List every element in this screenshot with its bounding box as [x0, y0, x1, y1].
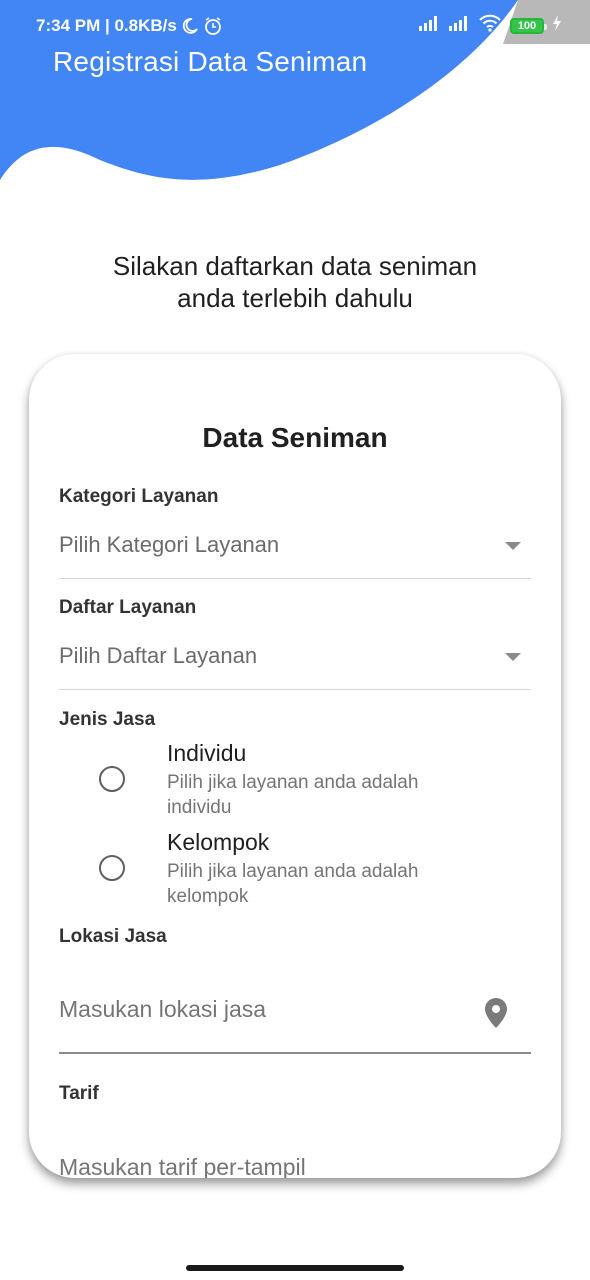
page-title: Registrasi Data Seniman [53, 46, 368, 77]
daftar-dropdown-value: Pilih Daftar Layanan [59, 643, 258, 668]
tarif-field[interactable] [59, 1154, 531, 1178]
radio-button-icon[interactable] [99, 855, 125, 881]
chevron-down-icon [505, 653, 521, 661]
intro-text: Silakan daftarkan data seniman anda terl… [0, 250, 590, 314]
lokasi-label: Lokasi Jasa [59, 926, 167, 947]
radio-option-title: Individu [167, 740, 247, 766]
intro-line-2: anda terlebih dahulu [177, 283, 413, 313]
registration-card: Data Seniman Kategori Layanan Pilih Kate… [29, 354, 561, 1178]
radio-option-title: Kelompok [167, 829, 270, 855]
radio-option-subtitle: Pilih jika layanan anda adalah individu [167, 772, 419, 818]
daftar-label: Daftar Layanan [59, 597, 197, 618]
location-pin-icon[interactable] [485, 998, 507, 1033]
intro-line-1: Silakan daftarkan data seniman [112, 251, 478, 281]
charging-icon [552, 15, 562, 36]
jenis-label: Jenis Jasa [59, 709, 156, 730]
status-time: 7:34 PM | 0.8KB/s [36, 16, 177, 35]
status-bar: 7:34 PM | 0.8KB/s 100 [0, 0, 590, 44]
alarm-icon [203, 16, 223, 36]
form-title: Data Seniman [202, 422, 388, 453]
radio-option-kelompok[interactable]: Kelompok Pilih jika layanan anda adalah … [59, 829, 531, 909]
signal-icon [418, 15, 440, 36]
lokasi-field[interactable] [59, 978, 531, 1054]
moon-icon [181, 17, 199, 35]
kategori-label: Kategori Layanan [59, 486, 219, 507]
chevron-down-icon [505, 542, 521, 550]
radio-option-individu[interactable]: Individu Pilih jika layanan anda adalah … [59, 740, 531, 820]
home-indicator[interactable] [186, 1265, 404, 1271]
radio-option-subtitle: Pilih jika layanan anda adalah kelompok [167, 861, 419, 907]
signal-icon [448, 15, 470, 36]
daftar-dropdown[interactable]: Pilih Daftar Layanan [59, 635, 531, 690]
tarif-input[interactable] [59, 1154, 459, 1178]
kategori-dropdown[interactable]: Pilih Kategori Layanan [59, 524, 531, 579]
radio-button-icon[interactable] [99, 766, 125, 792]
battery-icon: 100 [510, 17, 547, 34]
kategori-dropdown-value: Pilih Kategori Layanan [59, 532, 280, 557]
wifi-icon [478, 14, 502, 37]
lokasi-input[interactable] [59, 996, 459, 1023]
tarif-label: Tarif [59, 1083, 99, 1104]
